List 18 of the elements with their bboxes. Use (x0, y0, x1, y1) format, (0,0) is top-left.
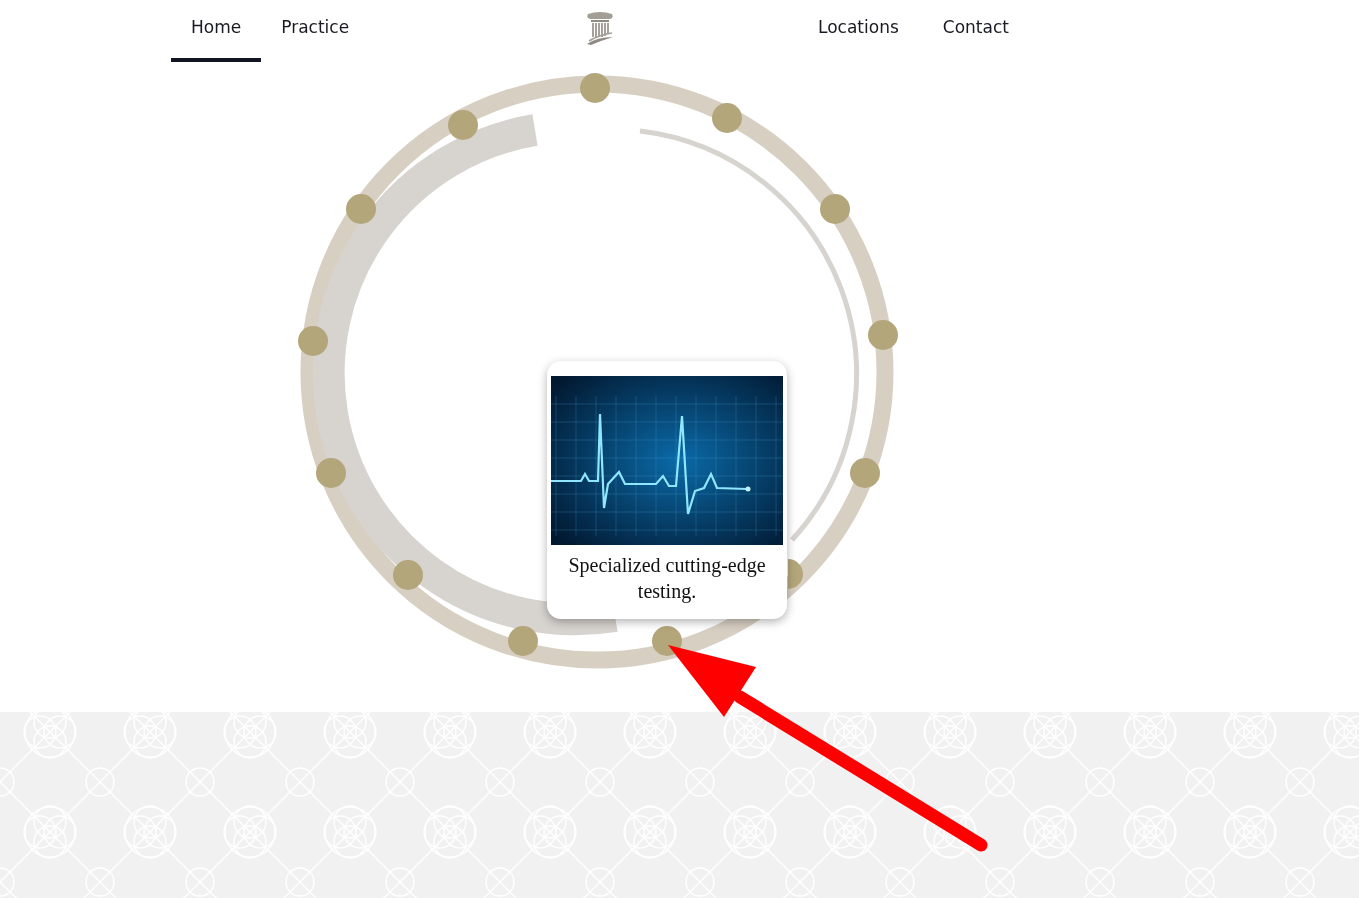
step-dot[interactable] (820, 194, 850, 224)
step-dot[interactable] (850, 458, 880, 488)
step-dot[interactable] (346, 194, 376, 224)
step-dot[interactable] (652, 626, 682, 656)
nav-link[interactable]: Contact (922, 0, 1029, 62)
step-dot[interactable] (316, 458, 346, 488)
step-dot[interactable] (580, 73, 610, 103)
step-dot[interactable] (508, 626, 538, 656)
nav-link[interactable]: Home (171, 0, 262, 62)
card-caption: Specialized cutting-edge testing. (567, 553, 767, 604)
step-dot[interactable] (448, 110, 478, 140)
step-dot[interactable] (298, 326, 328, 356)
nav-link[interactable]: Practice (261, 0, 370, 62)
step-dot[interactable] (712, 103, 742, 133)
step-dot[interactable] (393, 560, 423, 590)
nav-link[interactable]: Locations (798, 0, 919, 62)
column-logo-icon[interactable] (585, 11, 615, 47)
step-dot[interactable] (868, 320, 898, 350)
